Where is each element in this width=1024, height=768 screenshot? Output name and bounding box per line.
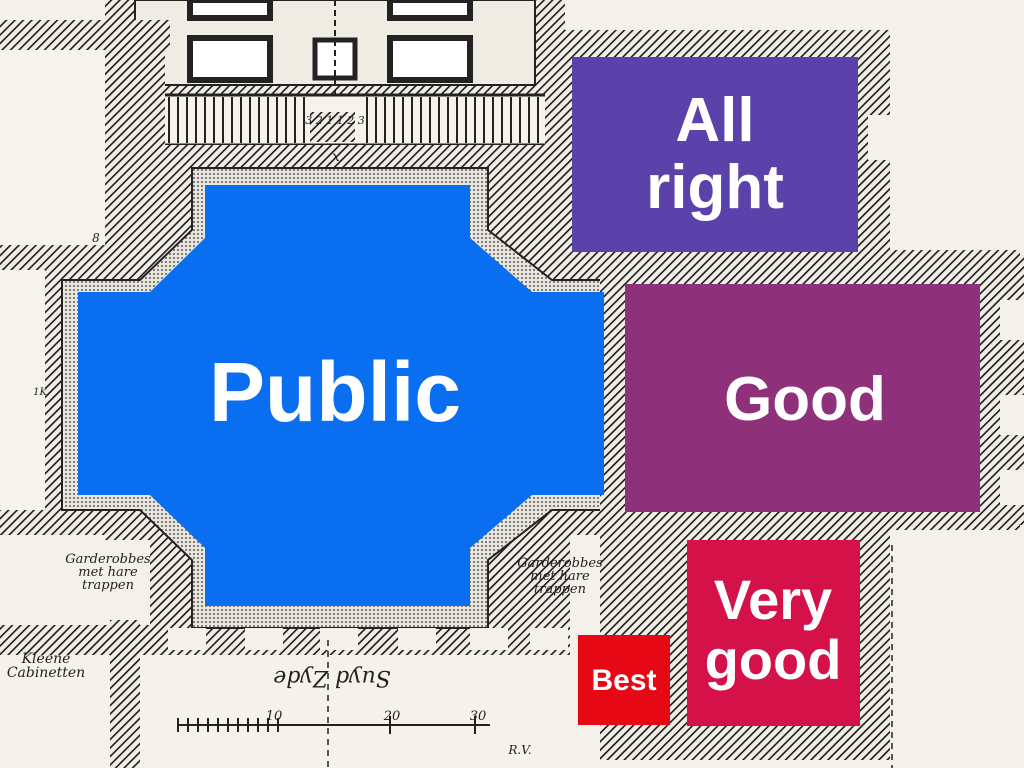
mark-x-text: x: [332, 149, 340, 165]
garderobbes-right-text: Garderobbes met hare trappen: [517, 556, 603, 597]
garderobbes-left-text: Garderobbes met hare trappen: [65, 552, 151, 593]
scale-label-30: 30: [469, 709, 487, 724]
scale-label-20: 20: [383, 709, 401, 724]
best-label: Best: [591, 663, 657, 697]
scale-label-10: 10: [265, 709, 283, 724]
signature-text: R.V.: [508, 743, 532, 757]
stair-numbers-text: 3 2 1 1 2 3: [305, 114, 365, 127]
public-label: Public: [208, 345, 462, 440]
very-good-label: Very good: [704, 567, 842, 691]
suyd-zyde-text: Suyd Zyde: [273, 665, 391, 690]
mark-8-text: 8: [92, 231, 100, 245]
good-label: Good: [724, 364, 886, 434]
mark-k-text: 1K: [33, 387, 47, 398]
all-right-label: All right: [646, 86, 784, 222]
kleene-cabinetten-text: Kleene Cabinetten: [6, 651, 86, 681]
